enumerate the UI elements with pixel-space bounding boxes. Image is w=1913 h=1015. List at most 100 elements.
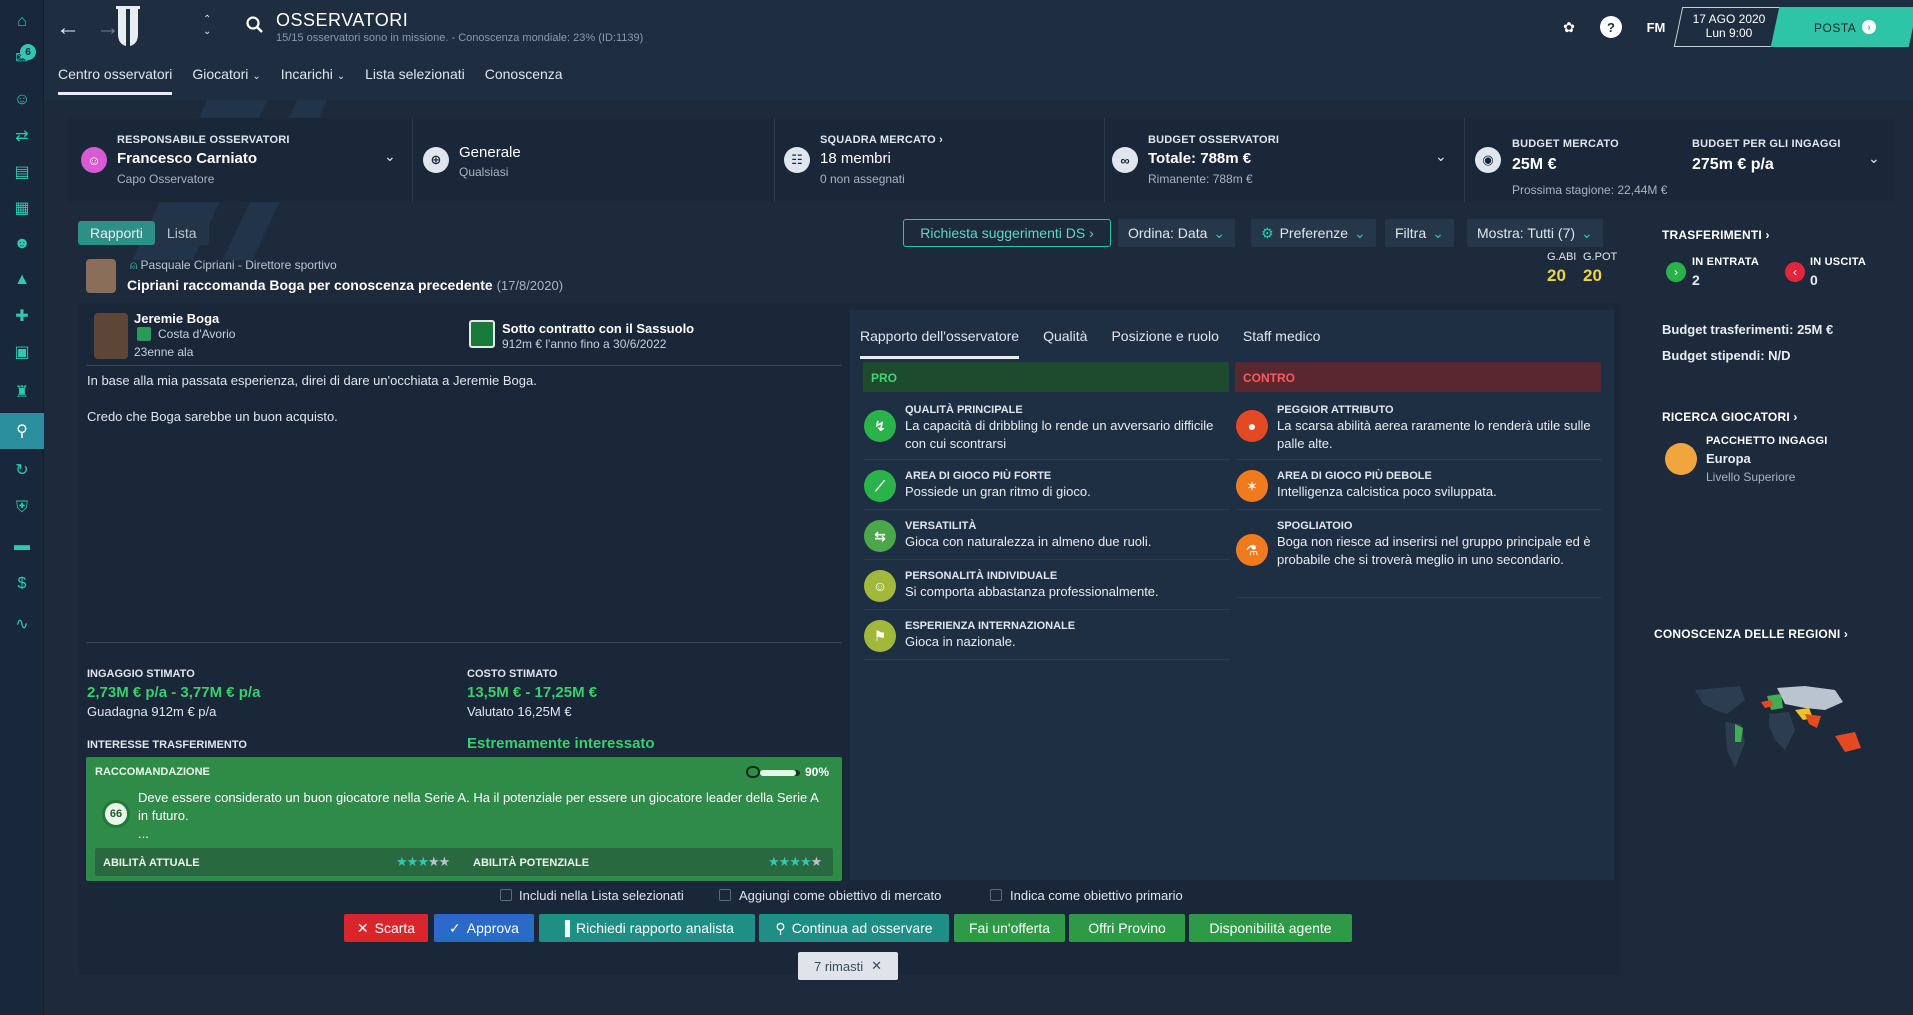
player-nation[interactable]: Costa d'Avorio: [158, 327, 235, 341]
world-knowledge-map[interactable]: [1685, 680, 1880, 785]
report-author[interactable]: ⍝ Pasquale Cipriani - Direttore sportivo: [130, 258, 337, 273]
data-hub-icon[interactable]: ∿: [10, 612, 34, 636]
primary-target-checkbox[interactable]: [990, 889, 1002, 901]
offer-trial-button[interactable]: Offri Provino: [1069, 914, 1185, 942]
recommendation-more[interactable]: ...: [138, 826, 149, 841]
sporting-director-avatar[interactable]: [86, 259, 116, 293]
contro-item: ⚗ SPOGLIATOIO Boga non riesce ad inserir…: [1236, 518, 1602, 598]
scouting-summary-strip: ☺ RESPONSABILE OSSERVATORI Francesco Car…: [68, 118, 1894, 202]
trophy-icon[interactable]: ♜: [10, 380, 34, 404]
player-name[interactable]: Jeremie Boga: [134, 311, 219, 326]
star-icon: ★: [417, 854, 429, 869]
weak-area-icon: ✶: [1236, 470, 1268, 502]
current-ability-label: ABILITÀ ATTUALE: [103, 857, 200, 869]
chief-scout-cell[interactable]: ☺ RESPONSABILE OSSERVATORI Francesco Car…: [68, 118, 413, 202]
request-analyst-report-button[interactable]: ▐ Richiedi rapporto analista: [539, 914, 755, 942]
show-dropdown[interactable]: Mostra: Tutti (7) ⌄: [1467, 219, 1603, 247]
transfer-target-checkbox[interactable]: [719, 889, 731, 901]
tab-incarichi[interactable]: Incarichi ⌄: [281, 66, 345, 95]
report-text: Credo che Boga sarebbe un buon acquisto.: [87, 409, 338, 424]
clipboard-icon[interactable]: ▦: [10, 196, 34, 220]
dynamics-icon[interactable]: ⇄: [10, 124, 34, 148]
tab-staff-medico[interactable]: Staff medico: [1243, 328, 1321, 359]
scout-budget-cell[interactable]: ∞ BUDGET OSSERVATORI Totale: 788m € Rima…: [1105, 118, 1465, 202]
tab-lista[interactable]: Lista: [154, 221, 209, 245]
chevron-down-icon[interactable]: ⌄: [1435, 148, 1447, 165]
chevron-down-icon[interactable]: ⌄: [1868, 150, 1880, 167]
player-search-link[interactable]: RICERCA GIOCATORI ›: [1662, 410, 1798, 424]
finances-icon[interactable]: $: [10, 572, 34, 596]
calendar-icon[interactable]: ▣: [10, 340, 34, 364]
page-title: OSSERVATORI: [276, 10, 409, 30]
make-offer-button[interactable]: Fai un'offerta: [954, 914, 1065, 942]
club-crest-icon[interactable]: [114, 6, 142, 48]
transfers-icon[interactable]: ↻: [10, 458, 34, 482]
pro-item: ⟋ AREA DI GIOCO PIÙ FORTE Possiede un gr…: [864, 468, 1230, 510]
transfer-budget-label: BUDGET MERCATO: [1512, 138, 1619, 150]
medical-icon[interactable]: ✚: [10, 304, 34, 328]
chevron-down-icon[interactable]: ⌄: [384, 148, 396, 165]
tab-centro-osservatori[interactable]: Centro osservatori: [58, 66, 173, 95]
outgoing-value: 0: [1810, 272, 1818, 288]
header-icon: ●: [1236, 410, 1268, 442]
request-ds-suggestions-button[interactable]: Richiesta suggerimenti DS ›: [903, 219, 1111, 247]
tab-posizione-ruolo[interactable]: Posizione e ruolo: [1111, 328, 1218, 359]
squad-icon[interactable]: ☺: [10, 88, 34, 112]
current-ability-label: G.ABI: [1547, 251, 1577, 263]
flag-icon: ⚑: [864, 620, 896, 652]
focus-cell[interactable]: ⊕ Generale Qualsiasi: [413, 118, 775, 202]
club-switch-chevrons-icon[interactable]: ⌃ ⌄: [203, 14, 211, 38]
remaining-reports-badge[interactable]: 7 rimasti ✕: [798, 952, 898, 980]
continue-scouting-button[interactable]: ⚲ Continua ad osservare: [759, 914, 949, 942]
potential-ability-label: G.POT: [1583, 251, 1618, 263]
tab-qualita[interactable]: Qualità: [1043, 328, 1087, 359]
agent-availability-button[interactable]: Disponibilità agente: [1189, 914, 1352, 942]
recommendation-text: Deve essere considerato un buon giocator…: [138, 790, 819, 823]
staff-icon[interactable]: ☻: [10, 232, 34, 256]
discard-button[interactable]: ✕ Scarta: [344, 914, 428, 942]
chevron-down-icon: ⌄: [1213, 224, 1226, 241]
club-vision-icon[interactable]: ⛨: [10, 496, 34, 520]
tab-scout-report[interactable]: Rapporto dell'osservatore: [860, 328, 1020, 359]
person-icon: ⍝: [130, 258, 138, 272]
search-icon[interactable]: [246, 16, 264, 34]
approve-button[interactable]: ✓ Approva: [434, 914, 534, 942]
dribbling-icon: ↯: [864, 410, 896, 442]
tab-conoscenza[interactable]: Conoscenza: [485, 66, 563, 95]
tab-lista-selezionati[interactable]: Lista selezionati: [365, 66, 465, 95]
tab-rapporti[interactable]: Rapporti: [78, 221, 155, 245]
briefcase-icon[interactable]: ▬: [10, 534, 34, 558]
pro-header: PRO: [863, 362, 1229, 392]
region-knowledge-link[interactable]: CONOSCENZA DELLE REGIONI ›: [1654, 627, 1848, 641]
sort-dropdown[interactable]: Ordina: Data ⌄: [1118, 219, 1236, 247]
market-team-cell[interactable]: ☷ SQUADRA MERCATO › 18 membri 0 non asse…: [775, 118, 1105, 202]
focus-sub: Qualsiasi: [459, 165, 509, 179]
star-icon: ★: [427, 854, 440, 869]
transfers-link[interactable]: TRASFERIMENTI ›: [1662, 228, 1770, 242]
report-view-tabs: Rapporti Lista: [78, 221, 209, 245]
tab-giocatori[interactable]: Giocatori ⌄: [192, 66, 260, 95]
preferences-dropdown[interactable]: ⚙ Preferenze ⌄: [1251, 219, 1376, 247]
club-badge-icon[interactable]: [469, 320, 495, 348]
notification-badge: 6: [20, 44, 36, 60]
player-photo[interactable]: [94, 313, 128, 359]
pro-item: ☺ PERSONALITÀ INDIVIDUALE Si comporta ab…: [864, 568, 1230, 610]
shortlist-checkbox[interactable]: [500, 889, 512, 901]
transfer-budget-cell[interactable]: ◉ BUDGET MERCATO 25M € Prossima stagione…: [1465, 118, 1894, 202]
training-icon[interactable]: ▲: [10, 268, 34, 292]
help-icon[interactable]: ?: [1600, 16, 1622, 38]
scouting-search-icon[interactable]: ⚲: [10, 419, 34, 443]
scout-budget-sub: Rimanente: 788m €: [1148, 172, 1253, 186]
fm-menu-icon[interactable]: FM: [1641, 16, 1671, 38]
nation-flag-icon: [137, 327, 151, 341]
package-value: Europa: [1706, 451, 1751, 466]
divider: [86, 642, 842, 643]
scout-budget-value: Totale: 788m €: [1148, 150, 1252, 167]
filter-dropdown[interactable]: Filtra ⌄: [1385, 219, 1454, 247]
tactics-icon[interactable]: ▤: [10, 160, 34, 184]
market-team-label: SQUADRA MERCATO ›: [820, 134, 943, 146]
back-arrow-icon[interactable]: ←: [56, 14, 80, 42]
chief-name: Francesco Carniato: [117, 150, 258, 167]
home-icon[interactable]: ⌂: [10, 10, 34, 34]
brain-icon[interactable]: ✿: [1558, 16, 1580, 38]
